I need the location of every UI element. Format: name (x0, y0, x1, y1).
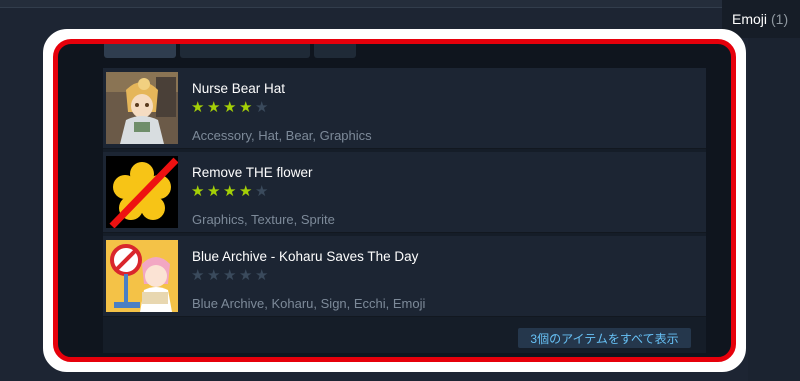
star-icon: ★ (207, 267, 221, 284)
show-all-button[interactable]: 3個のアイテムをすべて表示 (518, 328, 691, 348)
star-icon: ★ (223, 99, 237, 116)
item-name[interactable]: Remove THE flower (192, 165, 313, 180)
list-item[interactable]: Blue Archive - Koharu Saves The Day ★ ★ … (103, 236, 706, 317)
item-tags: Blue Archive, Koharu, Sign, Ecchi, Emoji (192, 296, 426, 311)
star-icon: ★ (255, 99, 269, 116)
star-icon: ★ (255, 183, 269, 200)
star-icon: ★ (207, 99, 221, 116)
top-strip (0, 0, 730, 8)
list-item[interactable]: Nurse Bear Hat ★ ★ ★ ★ ★ Accessory, Hat,… (103, 68, 706, 149)
star-icon: ★ (239, 267, 253, 284)
tab-3[interactable] (314, 44, 356, 58)
tab-1[interactable] (104, 44, 176, 58)
emoji-tag-count: (1) (771, 11, 789, 27)
item-list-panel: Nurse Bear Hat ★ ★ ★ ★ ★ Accessory, Hat,… (103, 68, 706, 353)
item-name[interactable]: Nurse Bear Hat (192, 81, 285, 96)
crossed-flower-image (106, 156, 178, 228)
item-name[interactable]: Blue Archive - Koharu Saves The Day (192, 249, 418, 264)
star-icon: ★ (207, 183, 221, 200)
tab-2[interactable] (180, 44, 310, 58)
rating-stars: ★ ★ ★ ★ ★ (191, 268, 270, 283)
emoji-tag-label: Emoji (732, 11, 768, 27)
star-icon: ★ (191, 183, 205, 200)
anime-sign-image (106, 240, 178, 312)
item-tags: Accessory, Hat, Bear, Graphics (192, 128, 372, 143)
rating-stars: ★ ★ ★ ★ ★ (191, 100, 270, 115)
tab-bar (104, 44, 356, 58)
anime-character-image (106, 72, 178, 144)
star-icon: ★ (223, 267, 237, 284)
star-icon: ★ (191, 99, 205, 116)
highlight-frame-outer: Nurse Bear Hat ★ ★ ★ ★ ★ Accessory, Hat,… (43, 29, 746, 372)
right-sidebar (748, 38, 800, 381)
star-icon: ★ (255, 267, 269, 284)
star-icon: ★ (223, 183, 237, 200)
highlight-frame: Nurse Bear Hat ★ ★ ★ ★ ★ Accessory, Hat,… (53, 39, 736, 362)
star-icon: ★ (239, 99, 253, 116)
list-item[interactable]: Remove THE flower ★ ★ ★ ★ ★ Graphics, Te… (103, 152, 706, 233)
item-tags: Graphics, Texture, Sprite (192, 212, 335, 227)
star-icon: ★ (239, 183, 253, 200)
rating-stars: ★ ★ ★ ★ ★ (191, 184, 270, 199)
star-icon: ★ (191, 267, 205, 284)
